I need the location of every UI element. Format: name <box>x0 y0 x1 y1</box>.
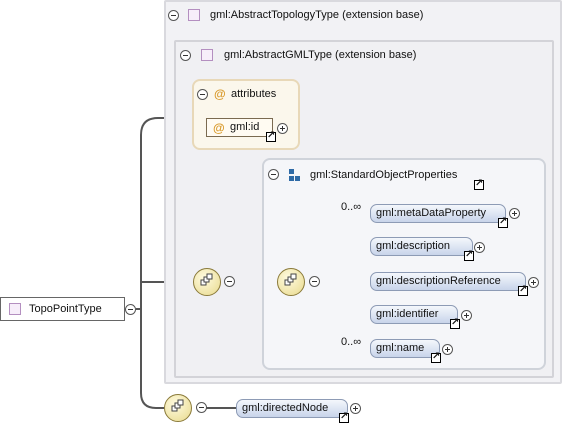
occurrence-label: 0..∞ <box>341 336 362 348</box>
expand-icon[interactable] <box>528 277 539 288</box>
root-type-label: TopoPointType <box>29 303 102 315</box>
element-metadataproperty[interactable]: gml:metaDataProperty <box>370 204 506 223</box>
element-name[interactable]: gml:name <box>370 339 440 358</box>
attribute-icon: @ <box>213 121 225 135</box>
expand-icon[interactable] <box>474 242 485 253</box>
element-identifier[interactable]: gml:identifier <box>370 305 458 324</box>
element-label: gml:directedNode <box>242 402 329 414</box>
collapse-icon[interactable] <box>180 50 191 61</box>
extension-title: gml:AbstractTopologyType (extension base… <box>210 9 424 21</box>
complex-type-icon <box>9 303 21 315</box>
element-descriptionreference[interactable]: gml:descriptionReference <box>370 272 526 291</box>
group-title: gml:StandardObjectProperties <box>310 169 458 181</box>
element-label: gml:description <box>376 240 450 252</box>
attributes-group: @ attributes <box>192 79 300 150</box>
group-icon-part <box>295 176 300 181</box>
attributes-title: attributes <box>231 88 277 100</box>
element-description[interactable]: gml:description <box>370 237 473 256</box>
collapse-icon[interactable] <box>125 304 136 315</box>
reference-arrow-icon[interactable] <box>450 317 460 329</box>
collapse-icon[interactable] <box>168 10 179 21</box>
attribute-gml-id[interactable]: @ gml:id <box>206 118 273 137</box>
occurrence-label: 0..∞ <box>341 201 362 213</box>
reference-arrow-icon[interactable] <box>498 216 508 228</box>
sequence-symbol <box>284 273 297 286</box>
element-label: gml:metaDataProperty <box>376 207 487 219</box>
collapse-icon[interactable] <box>196 402 207 413</box>
complex-type-icon <box>188 9 200 21</box>
reference-arrow-icon[interactable] <box>431 351 441 363</box>
attribute-icon: @ <box>214 87 226 101</box>
collapse-icon[interactable] <box>268 169 279 180</box>
reference-arrow-icon[interactable] <box>266 130 276 142</box>
element-label: gml:identifier <box>376 308 439 320</box>
collapse-icon[interactable] <box>197 89 208 100</box>
sequence-symbol <box>171 399 184 412</box>
reference-arrow-icon[interactable] <box>339 411 349 423</box>
complex-type-icon <box>201 49 213 61</box>
expand-icon[interactable] <box>509 208 520 219</box>
reference-arrow-icon[interactable] <box>474 178 484 190</box>
collapse-icon[interactable] <box>309 276 320 287</box>
element-label: gml:name <box>376 342 425 354</box>
expand-icon[interactable] <box>350 403 361 414</box>
attribute-label: gml:id <box>230 121 260 133</box>
element-directednode[interactable]: gml:directedNode <box>236 399 348 418</box>
expand-icon[interactable] <box>442 344 453 355</box>
element-label: gml:descriptionReference <box>376 275 501 287</box>
expand-icon[interactable] <box>277 123 288 134</box>
sequence-compositor-icon[interactable] <box>193 268 221 296</box>
extension-title: gml:AbstractGMLType (extension base) <box>224 49 417 61</box>
group-icon <box>289 169 294 174</box>
sequence-compositor-icon[interactable] <box>164 394 192 422</box>
sequence-symbol <box>200 273 213 286</box>
sequence-compositor-icon[interactable] <box>277 268 305 296</box>
root-type-box[interactable]: TopoPointType <box>0 297 125 321</box>
group-icon-part <box>289 176 294 181</box>
expand-icon[interactable] <box>461 310 472 321</box>
reference-arrow-icon[interactable] <box>518 284 528 296</box>
reference-arrow-icon[interactable] <box>464 249 474 261</box>
collapse-icon[interactable] <box>224 276 235 287</box>
